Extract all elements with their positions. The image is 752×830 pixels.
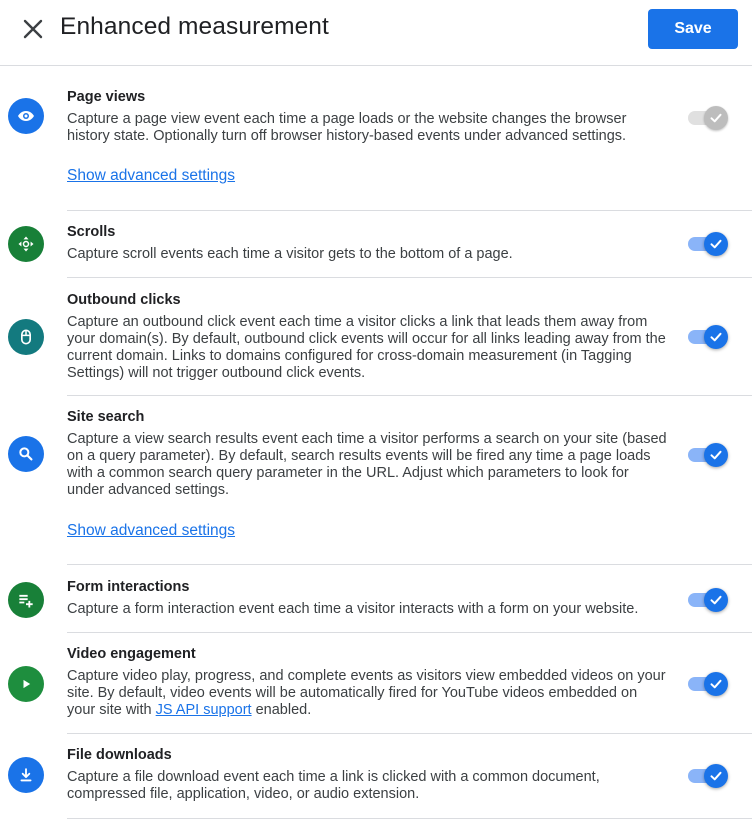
check-icon bbox=[710, 239, 722, 249]
divider bbox=[67, 818, 752, 819]
page-views-title: Page views bbox=[67, 89, 146, 105]
check-icon bbox=[710, 679, 722, 689]
play-icon bbox=[8, 666, 44, 702]
check-icon bbox=[710, 595, 722, 605]
toggle-knob bbox=[704, 588, 728, 612]
file-downloads-title: File downloads bbox=[67, 747, 172, 763]
toggle-knob bbox=[704, 672, 728, 696]
check-icon bbox=[710, 450, 722, 460]
page-views-advanced-settings-link[interactable]: Show advanced settings bbox=[67, 167, 235, 185]
scrolls-title: Scrolls bbox=[67, 224, 116, 240]
toggle-knob bbox=[704, 232, 728, 256]
toggle-knob bbox=[704, 443, 728, 467]
download-icon bbox=[8, 757, 44, 793]
scroll-arrows-icon bbox=[8, 226, 44, 262]
close-icon bbox=[23, 19, 43, 39]
scrolls-description: Capture scroll events each time a visito… bbox=[67, 246, 513, 262]
form-interactions-toggle[interactable] bbox=[688, 588, 728, 612]
check-icon bbox=[710, 332, 722, 342]
video-engagement-toggle[interactable] bbox=[688, 672, 728, 696]
outbound-clicks-description: Capture an outbound click event each tim… bbox=[67, 314, 666, 381]
file-downloads-toggle[interactable] bbox=[688, 764, 728, 788]
page-title: Enhanced measurement bbox=[60, 13, 329, 40]
toggle-knob bbox=[704, 106, 728, 130]
close-button[interactable] bbox=[20, 16, 46, 42]
check-icon bbox=[710, 771, 722, 781]
outbound-clicks-title: Outbound clicks bbox=[67, 292, 181, 308]
page-views-description: Capture a page view event each time a pa… bbox=[67, 111, 627, 144]
dialog-header: Enhanced measurement Save bbox=[0, 0, 752, 66]
search-icon bbox=[8, 436, 44, 472]
site-search-title: Site search bbox=[67, 409, 145, 425]
video-engagement-title: Video engagement bbox=[67, 646, 196, 662]
divider bbox=[67, 277, 752, 278]
toggle-knob bbox=[704, 325, 728, 349]
divider bbox=[67, 733, 752, 734]
save-button[interactable]: Save bbox=[648, 9, 738, 49]
site-search-advanced-settings-link[interactable]: Show advanced settings bbox=[67, 522, 235, 540]
divider bbox=[67, 632, 752, 633]
video-engagement-description-end: enabled. bbox=[251, 702, 312, 718]
divider bbox=[67, 395, 752, 396]
site-search-description: Capture a view search results event each… bbox=[67, 431, 667, 498]
divider bbox=[67, 564, 752, 565]
toggle-knob bbox=[704, 764, 728, 788]
divider bbox=[67, 210, 752, 211]
form-interactions-description: Capture a form interaction event each ti… bbox=[67, 601, 639, 617]
video-engagement-description: Capture video play, progress, and comple… bbox=[67, 668, 667, 719]
site-search-toggle[interactable] bbox=[688, 443, 728, 467]
form-interactions-title: Form interactions bbox=[67, 579, 190, 595]
playlist-add-icon bbox=[8, 582, 44, 618]
scrolls-toggle[interactable] bbox=[688, 232, 728, 256]
file-downloads-description: Capture a file download event each time … bbox=[67, 769, 600, 802]
js-api-support-link[interactable]: JS API support bbox=[156, 702, 252, 718]
mouse-icon bbox=[8, 319, 44, 355]
page-views-toggle[interactable] bbox=[688, 106, 728, 130]
check-icon bbox=[710, 113, 722, 123]
outbound-clicks-toggle[interactable] bbox=[688, 325, 728, 349]
eye-icon bbox=[8, 98, 44, 134]
